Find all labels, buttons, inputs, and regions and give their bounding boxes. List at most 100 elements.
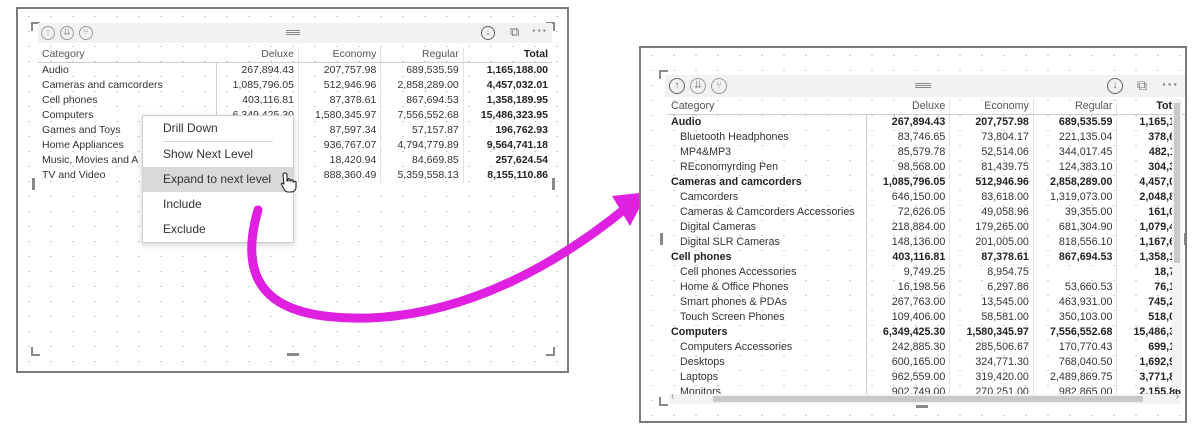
row-header-cell[interactable]: Cell phones: [667, 250, 868, 265]
row-header-cell[interactable]: Desktops: [667, 355, 868, 370]
value-cell-economy[interactable]: 87,378.61: [298, 93, 382, 108]
double-arrow-down-icon[interactable]: ⇊: [690, 78, 706, 94]
ellipsis-icon[interactable]: ···: [532, 24, 548, 38]
value-cell-deluxe[interactable]: 85,579.78: [866, 145, 951, 160]
value-cell-deluxe[interactable]: 962,559.00: [866, 370, 951, 385]
value-cell-economy[interactable]: 81,439.75: [949, 160, 1034, 175]
value-cell-regular[interactable]: 7,556,552.68: [380, 108, 464, 123]
value-cell-economy[interactable]: 201,005.00: [949, 235, 1034, 250]
table-row-child[interactable]: Camcorders 646,150.00 83,618.00 1,319,073.0…: [667, 190, 1185, 205]
value-cell-deluxe[interactable]: 267,894.43: [216, 62, 299, 78]
table-row-child[interactable]: Bluetooth Headphones 83,746.65 73,804.17 22…: [667, 130, 1185, 145]
value-cell-regular[interactable]: 84,669.85: [380, 153, 464, 168]
table-row-child[interactable]: Laptops 962,559.00 319,420.00 2,489,869.75 3…: [667, 370, 1185, 385]
scrollbar-thumb[interactable]: [713, 396, 1143, 402]
value-cell-regular[interactable]: [1033, 265, 1118, 280]
table-row-child[interactable]: Desktops 600,165.00 324,771.30 768,040.50 1,…: [667, 355, 1185, 370]
resize-handle-bottom-left[interactable]: [31, 347, 40, 356]
row-header-cell[interactable]: Audio: [38, 62, 217, 78]
arrow-up-icon[interactable]: ↑: [41, 26, 55, 40]
resize-handle-left[interactable]: [660, 233, 663, 245]
value-cell-economy[interactable]: 1,580,345.97: [298, 108, 382, 123]
fork-expand-icon[interactable]: ⑂: [79, 26, 93, 40]
menu-item-drill-down[interactable]: Drill Down: [143, 116, 293, 141]
value-cell-total[interactable]: 1,358,189.95: [463, 93, 552, 108]
row-header-cell[interactable]: Computers: [667, 325, 868, 340]
value-cell-regular[interactable]: 344,017.45: [1033, 145, 1118, 160]
table-row[interactable]: Cameras and camcorders 1,085,796.05 512,94…: [38, 78, 552, 93]
value-cell-regular[interactable]: 5,359,558.13: [380, 168, 464, 183]
value-cell-regular[interactable]: 689,535.59: [380, 62, 464, 78]
value-cell-regular[interactable]: 463,931.00: [1033, 295, 1118, 310]
column-header-category[interactable]: Category: [38, 47, 216, 63]
table-row-child[interactable]: Computers Accessories 242,885.30 285,506.6…: [667, 340, 1185, 355]
value-cell-total[interactable]: 9,564,741.18: [463, 138, 552, 153]
table-row-child[interactable]: Touch Screen Phones 109,406.00 58,581.00 35…: [667, 310, 1185, 325]
fork-expand-icon[interactable]: ⑂: [711, 78, 727, 94]
ellipsis-icon[interactable]: ···: [1162, 77, 1179, 91]
row-header-cell[interactable]: Cameras and camcorders: [667, 175, 868, 190]
value-cell-deluxe[interactable]: 1,085,796.05: [216, 78, 299, 93]
value-cell-economy[interactable]: 936,767.07: [298, 138, 382, 153]
table-row-parent[interactable]: Computers 6,349,425.30 1,580,345.97 7,556,5…: [667, 325, 1185, 340]
value-cell-regular[interactable]: 221,135.04: [1033, 130, 1118, 145]
row-header-cell[interactable]: Cameras & Camcorders Accessories: [667, 205, 868, 220]
value-cell-economy[interactable]: 8,954.75: [949, 265, 1034, 280]
value-cell-economy[interactable]: 83,618.00: [949, 190, 1034, 205]
value-cell-regular[interactable]: 867,694.53: [380, 93, 464, 108]
column-header-category[interactable]: Category: [667, 99, 867, 115]
vertical-scrollbar[interactable]: [1172, 99, 1182, 389]
value-cell-deluxe[interactable]: 9,749.25: [866, 265, 951, 280]
table-row-child[interactable]: Smart phones & PDAs 267,763.00 13,545.00 46…: [667, 295, 1185, 310]
value-cell-regular[interactable]: 2,858,289.00: [380, 78, 464, 93]
table-row-child[interactable]: Cell phones Accessories 9,749.25 8,954.75 1…: [667, 265, 1185, 280]
value-cell-deluxe[interactable]: 218,884.00: [866, 220, 951, 235]
table-row-parent[interactable]: Audio 267,894.43 207,757.98 689,535.59 1,165…: [667, 114, 1185, 130]
resize-handle-bottom[interactable]: [287, 353, 299, 356]
table-row-child[interactable]: Digital Cameras 218,884.00 179,265.00 681,3…: [667, 220, 1185, 235]
table-row-child[interactable]: Cameras & Camcorders Accessories 72,626.0…: [667, 205, 1185, 220]
table-row[interactable]: Music, Movies and A 18,420.94 84,669.85 257…: [38, 153, 552, 168]
value-cell-total[interactable]: 257,624.54: [463, 153, 552, 168]
value-cell-regular[interactable]: 124,383.10: [1033, 160, 1118, 175]
value-cell-regular[interactable]: 681,304.90: [1033, 220, 1118, 235]
value-cell-economy[interactable]: 179,265.00: [949, 220, 1034, 235]
table-row[interactable]: Audio 267,894.43 207,757.98 689,535.59 1,165…: [38, 62, 552, 78]
resize-handle-bottom-right[interactable]: [546, 347, 555, 356]
value-cell-regular[interactable]: 57,157.87: [380, 123, 464, 138]
column-header-economy[interactable]: Economy: [298, 47, 382, 63]
row-header-cell[interactable]: Bluetooth Headphones: [667, 130, 868, 145]
row-header-cell[interactable]: Touch Screen Phones: [667, 310, 868, 325]
value-cell-deluxe[interactable]: 403,116.81: [866, 250, 951, 265]
value-cell-regular[interactable]: 2,489,869.75: [1033, 370, 1118, 385]
column-header-regular[interactable]: Regular: [1033, 99, 1118, 115]
column-header-deluxe[interactable]: Deluxe: [216, 47, 299, 63]
value-cell-economy[interactable]: 6,297.86: [949, 280, 1034, 295]
value-cell-regular[interactable]: 2,858,289.00: [1033, 175, 1118, 190]
value-cell-economy[interactable]: 87,597.34: [298, 123, 382, 138]
row-header-cell[interactable]: Digital Cameras: [667, 220, 868, 235]
row-header-cell[interactable]: Cell phones: [38, 93, 217, 108]
table-row[interactable]: Computers6,349,425.301,580,345.977,556,5…: [38, 108, 552, 123]
value-cell-total[interactable]: 8,155,110.86: [463, 168, 552, 183]
value-cell-economy[interactable]: 87,378.61: [949, 250, 1034, 265]
row-header-cell[interactable]: Audio: [667, 114, 868, 130]
value-cell-economy[interactable]: 58,581.00: [949, 310, 1034, 325]
value-cell-economy[interactable]: 207,757.98: [298, 62, 382, 78]
scrollbar-thumb[interactable]: [1174, 103, 1180, 263]
drag-grip-icon[interactable]: [286, 30, 300, 35]
value-cell-regular[interactable]: 689,535.59: [1033, 114, 1118, 130]
value-cell-regular[interactable]: 768,040.50: [1033, 355, 1118, 370]
value-cell-deluxe[interactable]: 109,406.00: [866, 310, 951, 325]
value-cell-regular[interactable]: 818,556.10: [1033, 235, 1118, 250]
menu-item-exclude[interactable]: Exclude: [143, 217, 293, 242]
value-cell-regular[interactable]: 4,794,779.89: [380, 138, 464, 153]
arrow-up-icon[interactable]: ↑: [669, 78, 685, 94]
value-cell-deluxe[interactable]: 72,626.05: [866, 205, 951, 220]
value-cell-economy[interactable]: 207,757.98: [949, 114, 1034, 130]
table-row-parent[interactable]: Cameras and camcorders 1,085,796.05 512,94…: [667, 175, 1185, 190]
row-header-cell[interactable]: Computers Accessories: [667, 340, 868, 355]
row-header-cell[interactable]: Home & Office Phones: [667, 280, 868, 295]
arrow-down-circle-icon[interactable]: ↓: [1107, 78, 1123, 94]
table-row-child[interactable]: Digital SLR Cameras 148,136.00 201,005.00 8…: [667, 235, 1185, 250]
